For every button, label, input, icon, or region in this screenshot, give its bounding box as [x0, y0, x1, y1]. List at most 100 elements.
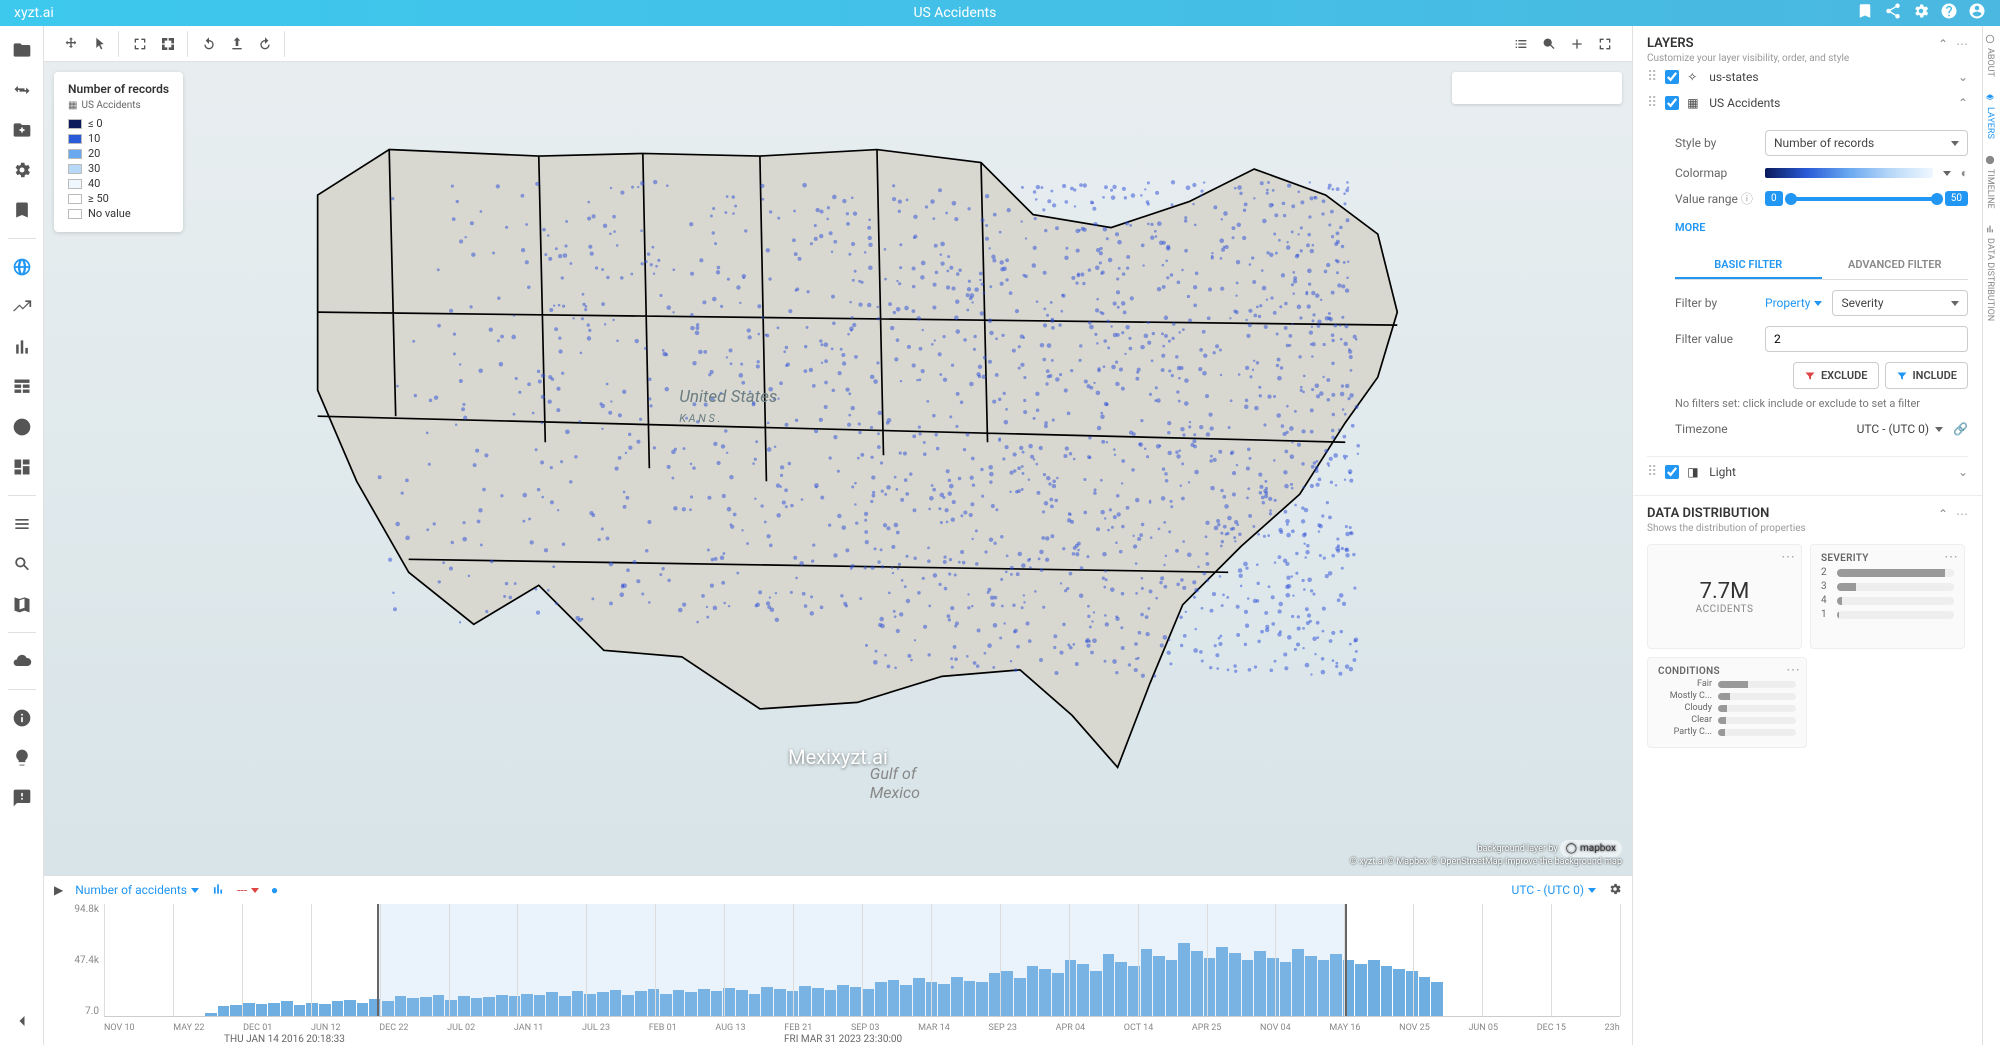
value-slider[interactable] — [1789, 197, 1939, 201]
layer-us-accidents[interactable]: ⠿ ▦ US Accidents ⌃ — [1647, 90, 1968, 116]
collapse-layers-icon[interactable]: ⌃ — [1938, 37, 1948, 51]
layer-checkbox[interactable] — [1665, 70, 1679, 84]
swap-icon[interactable] — [8, 76, 36, 104]
layer-checkbox[interactable] — [1665, 465, 1679, 479]
exclude-button[interactable]: EXCLUDE — [1793, 362, 1879, 389]
map-canvas[interactable]: United States K A N S . Gulf ofMexico Me… — [44, 62, 1632, 875]
filter-property-select[interactable]: Severity — [1832, 290, 1968, 316]
filter-value-input[interactable] — [1765, 326, 1968, 352]
lasso-icon[interactable] — [155, 31, 181, 57]
timeline-panel: ▶ Number of accidents --- ● UTC - (UTC 0… — [44, 875, 1632, 1045]
drag-handle-icon[interactable]: ⠿ — [1647, 70, 1657, 84]
chevron-up-icon[interactable]: ⌃ — [1958, 96, 1968, 110]
add-layer-icon[interactable] — [1564, 31, 1590, 57]
box-select-icon[interactable] — [127, 31, 153, 57]
help-icon[interactable] — [1940, 2, 1958, 24]
share-icon[interactable] — [1884, 2, 1902, 24]
bookmarks-icon[interactable] — [8, 196, 36, 224]
colormap-dropdown-icon[interactable] — [1943, 171, 1951, 176]
card-menu-icon[interactable]: ⋯ — [1781, 549, 1795, 565]
rotate-cw-icon[interactable] — [252, 31, 278, 57]
mapbox-logo[interactable]: ◯ mapbox — [1560, 840, 1622, 857]
more-link[interactable]: MORE — [1675, 221, 1705, 234]
accidents-value: 7.7M — [1700, 579, 1750, 604]
list-icon[interactable] — [8, 510, 36, 538]
edge-tab-about[interactable]: ABOUT — [1983, 26, 1997, 85]
legend-source: ▦ US Accidents — [68, 100, 169, 111]
account-icon[interactable] — [1968, 2, 1986, 24]
chevron-down-icon[interactable]: ⌄ — [1958, 70, 1968, 84]
map-icon[interactable] — [8, 590, 36, 618]
watermark: Mexixyzt.ai — [788, 745, 888, 769]
tab-basic-filter[interactable]: BASIC FILTER — [1675, 252, 1822, 279]
value-max[interactable]: 50 — [1945, 191, 1968, 206]
bar-chart-icon[interactable] — [8, 333, 36, 361]
left-nav — [0, 26, 44, 1045]
layers-more-icon[interactable]: ⋯ — [1956, 37, 1968, 51]
globe-icon[interactable] — [8, 253, 36, 281]
timeline-bars — [104, 904, 1620, 1017]
edge-tab-timeline[interactable]: TIMELINE — [1983, 147, 1997, 217]
info-icon[interactable] — [8, 704, 36, 732]
lightbulb-icon[interactable] — [8, 744, 36, 772]
table-icon[interactable] — [8, 373, 36, 401]
feedback-icon[interactable] — [8, 784, 36, 812]
chevron-down-icon[interactable]: ⌄ — [1958, 465, 1968, 479]
layer-us-states[interactable]: ⠿ ✧ us-states ⌄ — [1647, 64, 1968, 90]
color-dropdown[interactable]: --- — [237, 883, 259, 897]
layer-checkbox[interactable] — [1665, 96, 1679, 110]
export-icon[interactable] — [224, 31, 250, 57]
dashboard-icon[interactable] — [8, 453, 36, 481]
filter-tabs: BASIC FILTER ADVANCED FILTER — [1675, 252, 1968, 280]
layers-title: LAYERS — [1647, 36, 1938, 51]
rotate-ccw-icon[interactable] — [196, 31, 222, 57]
config-gear-icon[interactable] — [8, 156, 36, 184]
geocode-search-icon[interactable] — [1536, 31, 1562, 57]
gear-icon[interactable] — [1912, 2, 1930, 24]
pan-tool-icon[interactable] — [58, 31, 84, 57]
basemap-icon: ◨ — [1687, 465, 1701, 479]
map-search[interactable] — [1452, 72, 1622, 104]
selection-start-label: THU JAN 14 2016 20:18:33 — [224, 1034, 345, 1045]
value-min[interactable]: 0 — [1765, 191, 1783, 206]
bookmark-icon[interactable] — [1856, 2, 1874, 24]
folder-icon[interactable] — [8, 36, 36, 64]
play-icon[interactable]: ▶ — [54, 883, 63, 897]
filter-type-dropdown[interactable]: Property — [1765, 296, 1822, 310]
collapse-dist-icon[interactable]: ⌃ — [1938, 507, 1948, 521]
drag-handle-icon[interactable]: ⠿ — [1647, 96, 1657, 110]
colormap-preview[interactable] — [1765, 168, 1933, 178]
edge-tab-distribution[interactable]: DATA DISTRIBUTION — [1983, 216, 1997, 329]
metric-dropdown[interactable]: Number of accidents — [75, 883, 199, 897]
add-folder-icon[interactable] — [8, 116, 36, 144]
card-menu-icon[interactable]: ⋯ — [1944, 549, 1958, 565]
tz-dropdown[interactable]: UTC - (UTC 0) — [1512, 883, 1596, 897]
blue-dot-icon[interactable]: ● — [271, 883, 278, 897]
search-list-icon[interactable] — [8, 550, 36, 578]
map-search-input[interactable] — [1460, 81, 1616, 95]
edge-tab-layers[interactable]: LAYERS — [1983, 85, 1997, 147]
grid-layer-icon: ▦ — [1687, 96, 1701, 110]
collapse-icon[interactable] — [8, 1007, 36, 1035]
tab-advanced-filter[interactable]: ADVANCED FILTER — [1822, 252, 1969, 279]
timezone-select[interactable]: UTC - (UTC 0) — [1857, 422, 1943, 436]
legend-title: Number of records — [68, 82, 169, 96]
style-by-select[interactable]: Number of records — [1765, 130, 1968, 156]
cloud-icon[interactable] — [8, 647, 36, 675]
include-button[interactable]: INCLUDE — [1885, 362, 1968, 389]
bars-icon[interactable] — [211, 882, 225, 899]
card-menu-icon[interactable]: ⋯ — [1786, 662, 1800, 678]
fullscreen-icon[interactable] — [1592, 31, 1618, 57]
pointer-tool-icon[interactable] — [86, 31, 112, 57]
condition-row: Partly C... — [1658, 727, 1796, 737]
trend-icon[interactable] — [8, 293, 36, 321]
colormap-settings-icon[interactable]: ◐ — [1961, 166, 1968, 180]
link-icon[interactable]: 🔗 — [1953, 422, 1968, 436]
timeline-settings-icon[interactable] — [1608, 882, 1622, 899]
drag-handle-icon[interactable]: ⠿ — [1647, 465, 1657, 479]
layer-light[interactable]: ⠿ ◨ Light ⌄ — [1647, 456, 1968, 485]
timeline-body[interactable]: 94.8k47.4k7.0 NOV 10MAY 22DEC 01JUN 12DE… — [44, 904, 1632, 1045]
clock-icon[interactable] — [8, 413, 36, 441]
dist-more-icon[interactable]: ⋯ — [1956, 507, 1968, 521]
legend-toggle-icon[interactable] — [1508, 31, 1534, 57]
